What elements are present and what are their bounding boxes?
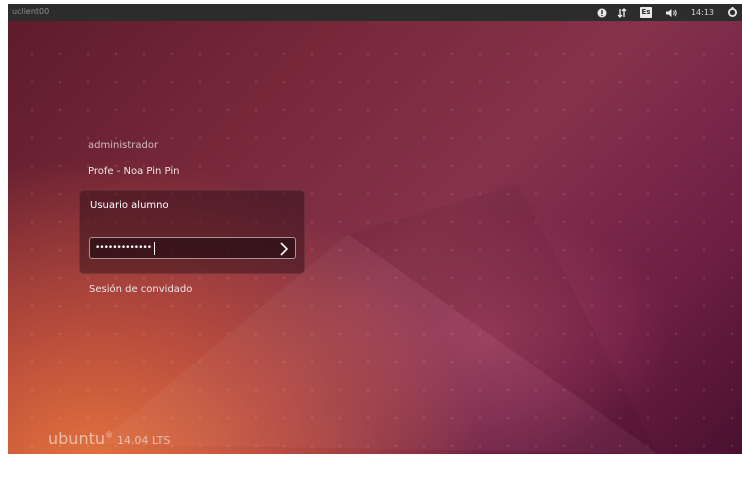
password-field[interactable]: •••••••••••••	[89, 237, 296, 259]
logo-version: 14.04 LTS	[117, 434, 171, 447]
ubuntu-logo: ubuntu® 14.04 LTS	[48, 429, 170, 448]
selected-user-name[interactable]: Usuario alumno	[90, 200, 169, 211]
keyboard-layout-label: Es	[639, 7, 653, 18]
chevron-right-icon[interactable]	[278, 241, 290, 257]
user-item-profe[interactable]: Profe - Noa Pin Pin	[88, 166, 179, 177]
network-icon[interactable]	[596, 6, 608, 19]
logo-registered-mark: ®	[105, 430, 113, 440]
text-cursor	[154, 242, 155, 255]
login-screen: uclient00 Es 14:13 administrador Profe -…	[8, 4, 742, 454]
volume-icon[interactable]	[664, 6, 678, 19]
top-panel: uclient00 Es 14:13	[8, 4, 742, 21]
transfer-icon[interactable]	[616, 6, 628, 19]
password-value: •••••••••••••	[95, 243, 152, 253]
guest-session-item[interactable]: Sesión de convidado	[89, 284, 192, 295]
logo-name: ubuntu	[48, 429, 105, 448]
clock[interactable]: 14:13	[691, 6, 714, 19]
user-item-administrador[interactable]: administrador	[88, 140, 158, 151]
keyboard-layout-icon[interactable]: Es	[638, 6, 654, 19]
login-box: Usuario alumno •••••••••••••	[79, 190, 305, 274]
power-icon[interactable]	[725, 6, 739, 19]
hostname-label: uclient00	[12, 7, 50, 16]
